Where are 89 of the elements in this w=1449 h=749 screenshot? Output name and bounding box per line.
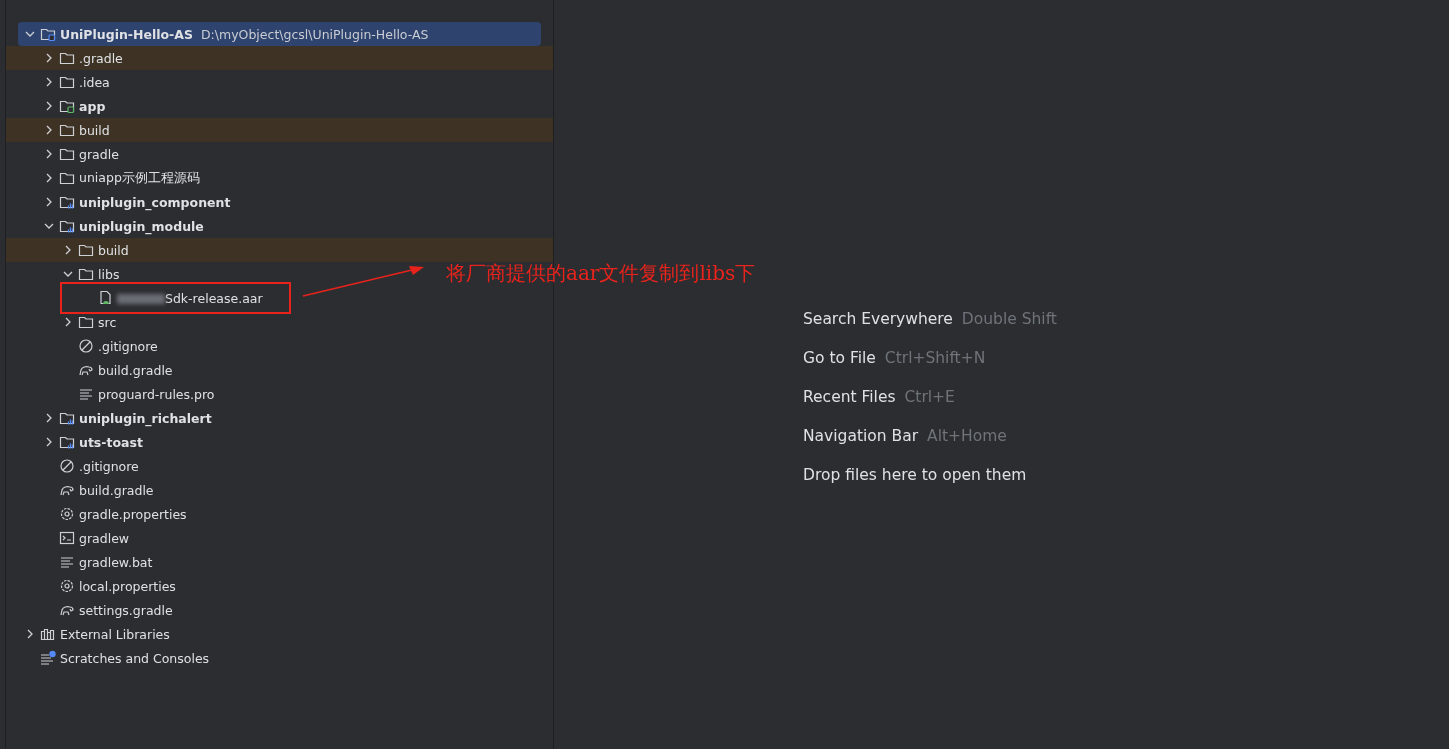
tree-label: .gitignore [79, 458, 139, 474]
prohibited-icon [59, 458, 75, 474]
module-folder-icon [59, 218, 75, 234]
tree-label: gradle [79, 146, 119, 162]
hint-shortcut: Double Shift [961, 310, 1057, 328]
tree-row[interactable]: .gitignore [6, 334, 164, 358]
tree-row[interactable]: proguard-rules.pro [6, 382, 221, 406]
text-lines-icon [78, 386, 94, 402]
tree-row[interactable]: gradle.properties [6, 502, 193, 526]
folder-icon [78, 242, 94, 258]
excluded-tree-row[interactable]: build [6, 238, 553, 262]
settings-icon [59, 578, 75, 594]
tree-row[interactable]: libs [6, 262, 126, 286]
tree-label: build.gradle [79, 482, 154, 498]
hint-action: Navigation Bar [803, 427, 919, 445]
folder-icon [59, 146, 75, 162]
tree-row[interactable]: Scratches and Consoles [6, 646, 216, 670]
library-icon [40, 626, 56, 642]
hint-action: Search Everywhere [803, 310, 953, 328]
hint-action: Recent Files [803, 388, 896, 406]
tree-row[interactable]: gradle [6, 142, 125, 166]
tree-row[interactable]: gradlew.bat [6, 550, 159, 574]
folder-icon [78, 314, 94, 330]
prohibited-icon [78, 338, 94, 354]
tree-label: local.properties [79, 578, 176, 594]
tree-row[interactable]: uniapp示例工程源码 [6, 166, 206, 190]
module-folder-icon [59, 98, 75, 114]
tree-row[interactable]: .idea [6, 70, 116, 94]
tree-label: uniplugin_component [79, 194, 231, 210]
tree-label: Scratches and Consoles [60, 650, 210, 666]
tree-label: app [79, 98, 106, 114]
tree-label: Sdk-release.aar [117, 290, 263, 306]
tree-label: build [79, 122, 110, 138]
tree-label: uniplugin_module [79, 218, 204, 234]
hint-shortcut: Alt+Home [927, 427, 1007, 445]
text-lines-icon [59, 554, 75, 570]
hint-action: Go to File [803, 349, 876, 367]
folder-icon [78, 266, 94, 282]
tree-row[interactable]: uts-toast [6, 430, 149, 454]
tree-label: UniPlugin-Hello-AS [60, 26, 193, 42]
tree-row[interactable]: src [6, 310, 123, 334]
tree-row[interactable]: gradlew [6, 526, 136, 550]
tree-label: gradlew [79, 530, 130, 546]
tree-row[interactable]: local.properties [6, 574, 182, 598]
module-folder-icon [59, 194, 75, 210]
tree-label: src [98, 314, 117, 330]
folder-icon [59, 74, 75, 90]
tree-row[interactable]: .gitignore [6, 454, 145, 478]
folder-icon [59, 170, 75, 186]
tree-label: gradlew.bat [79, 554, 153, 570]
tree-label: External Libraries [60, 626, 170, 642]
tree-label: uts-toast [79, 434, 143, 450]
excluded-tree-row[interactable]: build [6, 118, 553, 142]
annotation-text: 将厂商提供的aar文件复制到libs下 [446, 263, 756, 283]
scratches-icon [40, 650, 56, 666]
terminal-icon [59, 530, 75, 546]
tree-row[interactable]: build.gradle [6, 478, 160, 502]
tree-row[interactable]: uniplugin_richalert [6, 406, 218, 430]
tree-row[interactable]: External Libraries [6, 622, 176, 646]
tree-row[interactable]: build.gradle [6, 358, 179, 382]
tree-label: .gradle [79, 50, 123, 66]
project-path: D:\myObject\gcsl\UniPlugin-Hello-AS [200, 26, 429, 42]
tree-label: .gitignore [98, 338, 158, 354]
module-folder-icon [59, 434, 75, 450]
excluded-tree-row[interactable]: .gradle [6, 46, 553, 70]
tree-row[interactable]: uniplugin_module [6, 214, 210, 238]
tree-row[interactable]: settings.gradle [6, 598, 179, 622]
folder-icon [59, 50, 75, 66]
hint-shortcut: Ctrl+Shift+N [884, 349, 986, 367]
tree-label: build.gradle [98, 362, 173, 378]
tree-label: .idea [79, 74, 110, 90]
module-folder-icon [40, 26, 56, 42]
tree-label: gradle.properties [79, 506, 187, 522]
tree-label: proguard-rules.pro [98, 386, 215, 402]
tree-label: build [98, 242, 129, 258]
hint-shortcut: Ctrl+E [904, 388, 955, 406]
folder-icon [59, 122, 75, 138]
tree-label: uniapp示例工程源码 [79, 169, 200, 187]
module-folder-icon [59, 410, 75, 426]
tree-row[interactable]: app [6, 94, 112, 118]
tree-label: uniplugin_richalert [79, 410, 212, 426]
selected-tree-row[interactable]: UniPlugin-Hello-AS D:\myObject\gcsl\UniPlugin-Hello-AS [18, 22, 541, 46]
tree-row[interactable]: uniplugin_component [6, 190, 237, 214]
android-file-icon [97, 290, 113, 306]
hint-action: Drop files here to open them [803, 466, 1027, 484]
tree-label: settings.gradle [79, 602, 173, 618]
tree-label: libs [98, 266, 120, 282]
settings-icon [59, 506, 75, 522]
tree-row[interactable]: Sdk-release.aar [6, 286, 269, 310]
